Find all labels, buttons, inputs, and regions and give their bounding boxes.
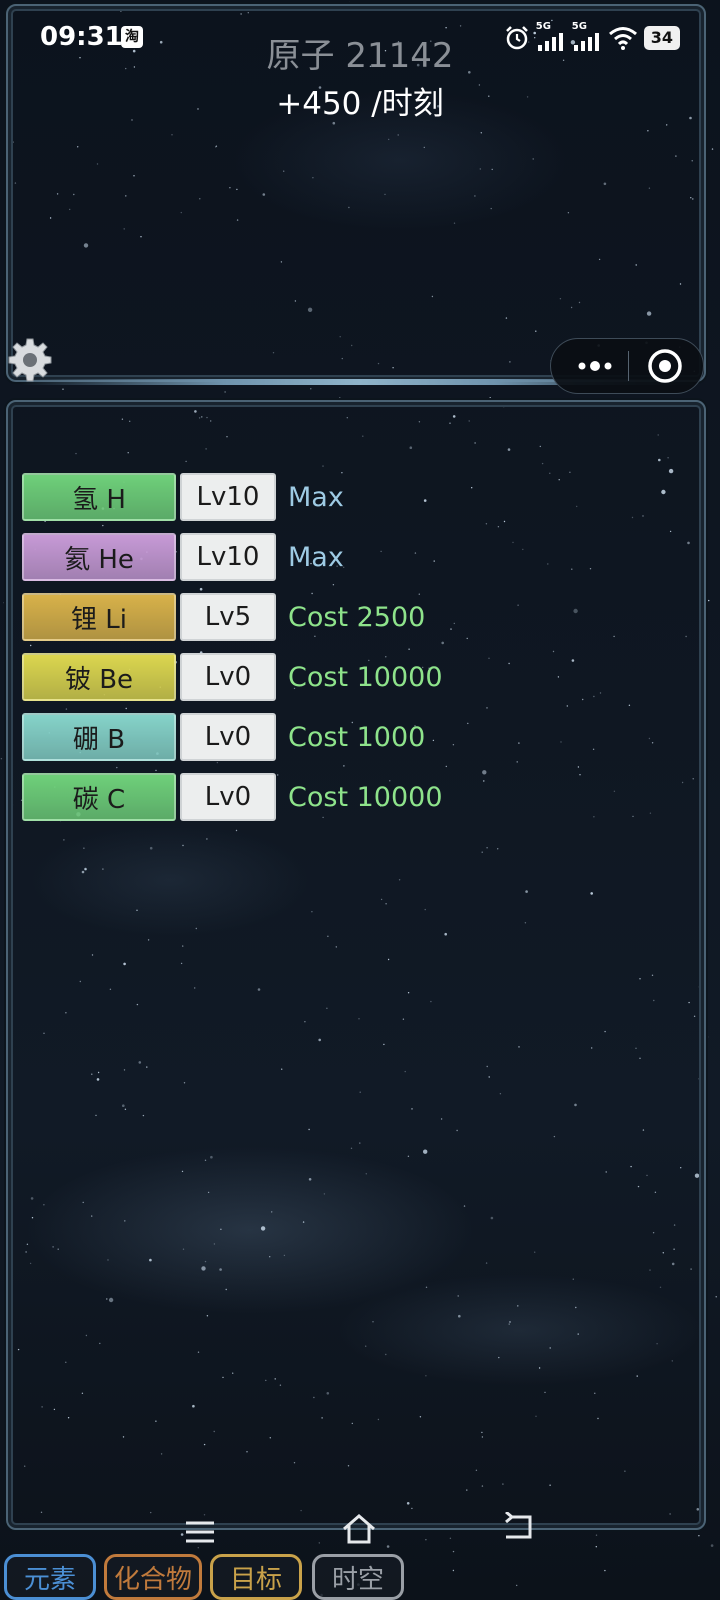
element-row-hydrogen: 氢 H Lv10 Max <box>22 470 443 524</box>
back-icon[interactable] <box>502 1512 536 1542</box>
element-button-lithium[interactable]: 锂 Li <box>22 593 176 641</box>
bottom-tab-bar: 元素 化合物 目标 时空 <box>0 1550 720 1600</box>
upgrade-info-lithium: Cost 2500 <box>288 601 426 633</box>
home-icon[interactable] <box>341 1512 377 1546</box>
element-button-beryllium[interactable]: 铍 Be <box>22 653 176 701</box>
mini-program-capsule <box>550 338 704 394</box>
level-button-boron[interactable]: Lv0 <box>180 713 276 761</box>
gear-icon[interactable] <box>6 336 54 384</box>
element-row-carbon: 碳 C Lv0 Cost 10000 <box>22 770 443 824</box>
level-button-beryllium[interactable]: Lv0 <box>180 653 276 701</box>
element-button-hydrogen[interactable]: 氢 H <box>22 473 176 521</box>
tab-goals[interactable]: 目标 <box>210 1554 302 1600</box>
upgrade-info-beryllium: Cost 10000 <box>288 661 443 693</box>
upgrade-info-helium: Max <box>288 541 344 573</box>
capsule-divider <box>628 351 629 381</box>
level-button-helium[interactable]: Lv10 <box>180 533 276 581</box>
level-button-lithium[interactable]: Lv5 <box>180 593 276 641</box>
tab-elements[interactable]: 元素 <box>4 1554 96 1600</box>
element-list: 氢 H Lv10 Max 氦 He Lv10 Max 锂 Li Lv5 Cost… <box>22 470 443 830</box>
tab-compounds[interactable]: 化合物 <box>104 1554 202 1600</box>
menu-icon[interactable] <box>183 1518 217 1546</box>
more-dots-icon[interactable] <box>565 339 627 393</box>
level-button-carbon[interactable]: Lv0 <box>180 773 276 821</box>
upgrade-info-hydrogen: Max <box>288 481 344 513</box>
element-button-carbon[interactable]: 碳 C <box>22 773 176 821</box>
element-button-boron[interactable]: 硼 B <box>22 713 176 761</box>
element-row-beryllium: 铍 Be Lv0 Cost 10000 <box>22 650 443 704</box>
element-row-boron: 硼 B Lv0 Cost 1000 <box>22 710 443 764</box>
tab-spacetime[interactable]: 时空 <box>312 1554 404 1600</box>
element-button-helium[interactable]: 氦 He <box>22 533 176 581</box>
upgrade-info-boron: Cost 1000 <box>288 721 426 753</box>
level-button-hydrogen[interactable]: Lv10 <box>180 473 276 521</box>
element-row-helium: 氦 He Lv10 Max <box>22 530 443 584</box>
target-close-icon[interactable] <box>637 339 699 393</box>
production-rate: +450 /时刻 <box>276 86 444 122</box>
atom-count: 原子 21142 <box>266 36 454 76</box>
upgrade-info-carbon: Cost 10000 <box>288 781 443 813</box>
element-row-lithium: 锂 Li Lv5 Cost 2500 <box>22 590 443 644</box>
